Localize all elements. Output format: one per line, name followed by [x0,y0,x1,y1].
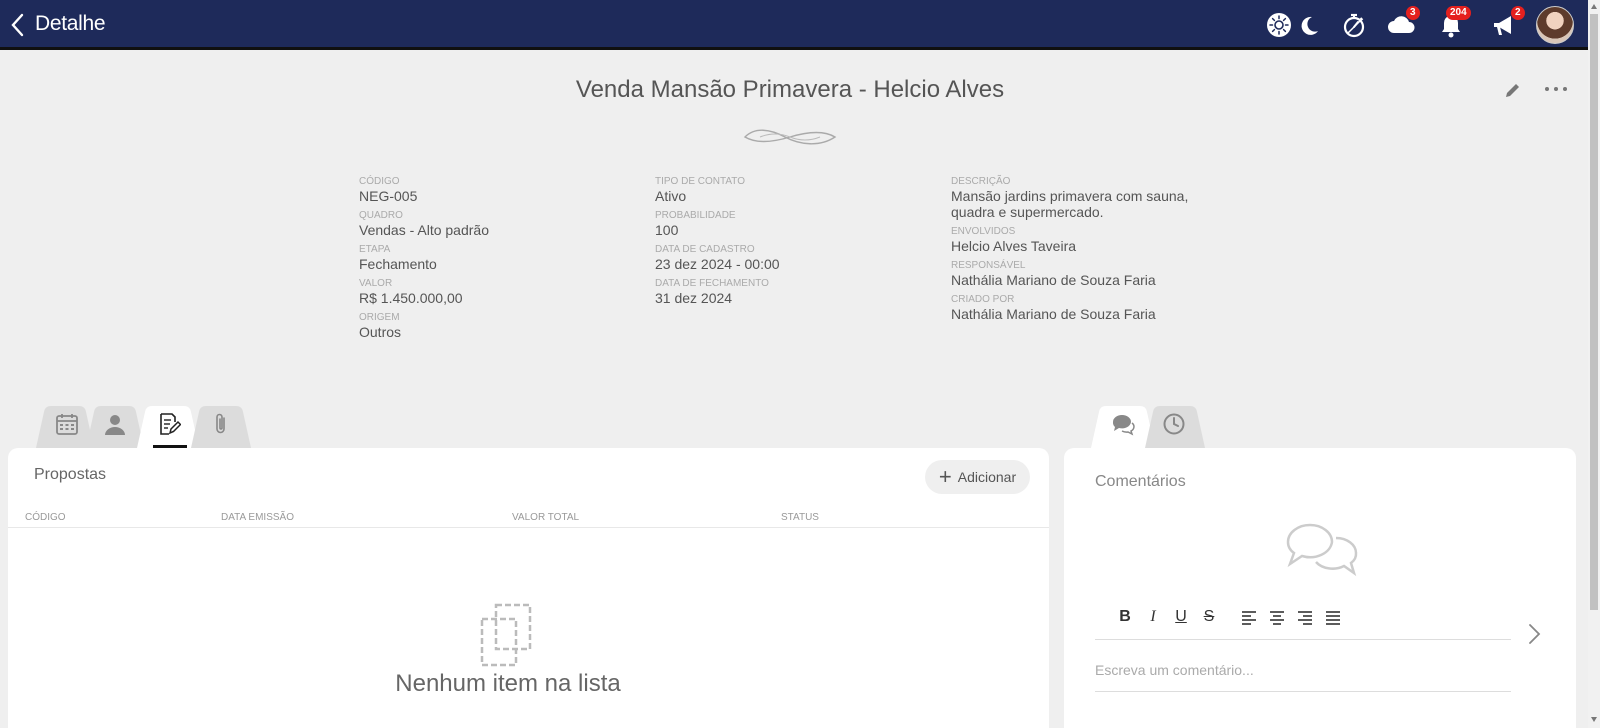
add-button-label: Adicionar [957,469,1017,485]
comment-input[interactable] [1095,648,1511,692]
field-responsavel: RESPONSÁVEL Nathália Mariano de Souza Fa… [951,260,1156,288]
user-icon [105,415,125,435]
tab-attachments[interactable] [191,406,251,448]
editor-divider [1095,639,1511,640]
bold-button[interactable]: B [1114,606,1136,628]
cloud-badge: 3 [1406,6,1420,20]
notifications-button[interactable]: 204 [1436,6,1476,40]
add-proposal-button[interactable]: + Adicionar [925,460,1030,494]
scroll-up-icon[interactable] [1590,2,1598,12]
comments-panel: Comentários B I U S [1064,448,1576,728]
calendar-icon [56,414,78,435]
announcements-button[interactable]: 2 [1489,6,1525,40]
pencil-icon[interactable] [1503,80,1523,100]
back-arrow-icon[interactable] [6,10,30,40]
column-header-status[interactable]: STATUS [781,512,819,523]
deal-title: Venda Mansão Primavera - Helcio Alves [575,76,1005,103]
timer-icon[interactable] [1339,10,1369,40]
italic-button[interactable]: I [1142,606,1164,628]
empty-list-icon [480,603,532,667]
column-header-data-emissao[interactable]: DATA EMISSÃO [221,512,294,523]
align-justify-icon[interactable] [1322,606,1344,628]
field-codigo: CÓDIGO NEG-005 [359,176,418,204]
strikethrough-button[interactable]: S [1198,606,1220,628]
column-header-codigo[interactable]: CÓDIGO [25,512,66,523]
empty-list-text: Nenhum item na lista [395,670,621,697]
document-edit-icon [160,413,181,435]
field-valor: VALOR R$ 1.450.000,00 [359,278,463,306]
top-bar: Detalhe 3 204 2 [0,0,1600,50]
user-avatar[interactable] [1536,6,1574,44]
field-etapa: ETAPA Fechamento [359,244,437,272]
scroll-down-icon[interactable] [1590,714,1598,724]
underline-button[interactable]: U [1170,606,1192,628]
proposals-panel: Propostas + Adicionar CÓDIGO DATA EMISSÃ… [8,448,1049,728]
announcements-badge: 2 [1511,6,1525,20]
align-left-icon[interactable] [1238,606,1260,628]
tab-contact[interactable] [86,406,144,448]
align-center-icon[interactable] [1266,606,1288,628]
cloud-sync-button[interactable]: 3 [1386,6,1420,40]
chat-bubbles-icon [1112,415,1135,436]
notifications-badge: 204 [1446,6,1471,20]
field-envolvidos: ENVOLVIDOS Helcio Alves Taveira [951,226,1077,254]
field-descricao: DESCRIÇÃO Mansão jardins primavera com s… [951,176,1189,220]
fields-column-3: DESCRIÇÃO Mansão jardins primavera com s… [951,176,1251,328]
fields-column-2: TIPO DE CONTATO Ativo PROBABILIDADE 100 … [655,176,915,312]
field-quadro: QUADRO Vendas - Alto padrão [359,210,489,238]
field-probabilidade: PROBABILIDADE 100 [655,210,736,238]
light-mode-icon[interactable] [1264,10,1294,40]
ornament-divider-icon [743,129,837,145]
field-data-fechamento: DATA DE FECHAMENTO 31 dez 2024 [655,278,769,306]
chevron-right-icon[interactable] [1524,620,1544,648]
dark-mode-icon[interactable] [1294,10,1324,40]
chat-empty-icon [1286,523,1358,577]
page-header-title: Detalhe [35,12,106,35]
comments-title: Comentários [1095,473,1186,490]
vertical-scrollbar[interactable] [1588,0,1600,728]
fields-column-1: CÓDIGO NEG-005 QUADRO Vendas - Alto padr… [359,176,619,346]
scrollbar-thumb[interactable] [1590,14,1598,610]
align-right-icon[interactable] [1294,606,1316,628]
column-header-valor-total[interactable]: VALOR TOTAL [512,512,579,523]
paperclip-icon [216,413,225,434]
field-tipo-contato: TIPO DE CONTATO Ativo [655,176,746,204]
field-data-cadastro: DATA DE CADASTRO 23 dez 2024 - 00:00 [655,244,780,272]
plus-icon: + [938,464,952,489]
clock-icon [1163,413,1185,435]
proposals-title: Propostas [34,466,107,483]
tab-history[interactable] [1145,406,1205,448]
field-origem: ORIGEM Outros [359,312,402,340]
field-criado-por: CRIADO POR Nathália Mariano de Souza Far… [951,294,1156,322]
tab-proposals[interactable] [137,406,199,448]
table-header: CÓDIGO DATA EMISSÃO VALOR TOTAL STATUS [8,510,1049,528]
more-options-icon[interactable] [1542,80,1570,100]
